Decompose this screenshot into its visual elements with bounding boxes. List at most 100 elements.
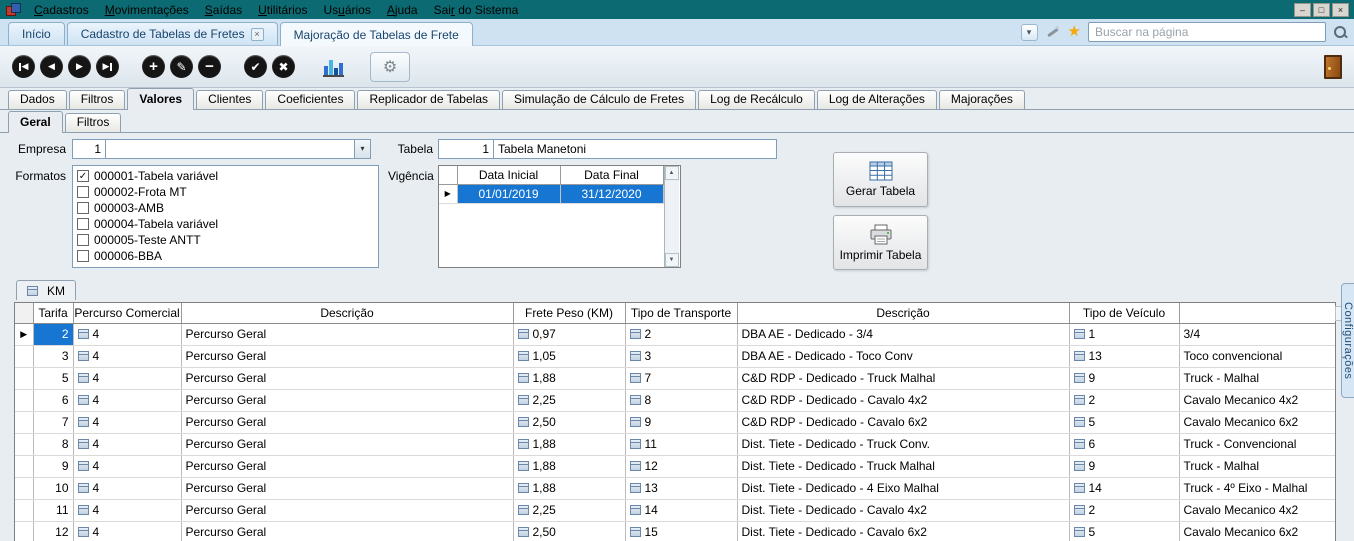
tab-km[interactable]: KM bbox=[16, 280, 76, 300]
checkbox-icon[interactable] bbox=[77, 186, 89, 198]
tab-coeficientes[interactable]: Coeficientes bbox=[265, 90, 355, 109]
menu-item-movimentacoes[interactable]: Movimentações bbox=[97, 1, 197, 19]
nav-first-button[interactable]: ◀ bbox=[12, 55, 35, 78]
cell-tarifa[interactable]: 8 bbox=[33, 433, 73, 455]
delete-button[interactable]: − bbox=[198, 55, 221, 78]
cell-frete[interactable]: 2,25 bbox=[513, 499, 625, 521]
cell-percurso[interactable]: 4 bbox=[73, 389, 181, 411]
cell-descricao2[interactable]: Dist. Tiete - Dedicado - Cavalo 4x2 bbox=[737, 499, 1069, 521]
cell-tipo_transporte[interactable]: 14 bbox=[625, 499, 737, 521]
cell-descricao2[interactable]: Dist. Tiete - Dedicado - Truck Malhal bbox=[737, 455, 1069, 477]
cell-percurso[interactable]: 4 bbox=[73, 323, 181, 345]
chevron-down-icon[interactable]: ▾ bbox=[354, 140, 370, 158]
vigencia-row[interactable]: ▶01/01/201931/12/2020 bbox=[439, 184, 663, 203]
cell-tipo_veiculo[interactable]: 5 bbox=[1069, 411, 1179, 433]
grid-col-header-tipo-de-transporte[interactable]: Tipo de Transporte bbox=[625, 303, 737, 323]
cell-descricao[interactable]: Percurso Geral bbox=[181, 521, 513, 541]
minimize-button[interactable]: – bbox=[1294, 3, 1311, 17]
vigencia-grid[interactable]: Data Inicial Data Final ▶01/01/201931/12… bbox=[438, 165, 681, 268]
cell-veiculo[interactable]: 3/4 bbox=[1179, 323, 1335, 345]
cell-tipo_transporte[interactable]: 15 bbox=[625, 521, 737, 541]
grid-col-header-tipo-de-veiculo[interactable]: Tipo de Veículo bbox=[1069, 303, 1179, 323]
cell-tarifa[interactable]: 3 bbox=[33, 345, 73, 367]
cell-descricao[interactable]: Percurso Geral bbox=[181, 477, 513, 499]
vigencia-col-data-final[interactable]: Data Final bbox=[560, 166, 663, 184]
tab-log-de-recalculo[interactable]: Log de Recálculo bbox=[698, 90, 815, 109]
row-selector[interactable] bbox=[15, 389, 33, 411]
tab-clientes[interactable]: Clientes bbox=[196, 90, 263, 109]
cell-veiculo[interactable]: Truck - 4º Eixo - Malhal bbox=[1179, 477, 1335, 499]
menu-item-saidas[interactable]: Saídas bbox=[197, 1, 250, 19]
nav-prev-button[interactable]: ◀ bbox=[40, 55, 63, 78]
cell-frete[interactable]: 1,05 bbox=[513, 345, 625, 367]
cell-tipo_transporte[interactable]: 3 bbox=[625, 345, 737, 367]
format-option[interactable]: 000005-Teste ANTT bbox=[73, 232, 378, 248]
cell-descricao[interactable]: Percurso Geral bbox=[181, 455, 513, 477]
grid-col-header-blank[interactable] bbox=[1179, 303, 1335, 323]
vigencia-scrollbar[interactable]: ▲ ▼ bbox=[664, 166, 679, 267]
tab-valores[interactable]: Valores bbox=[127, 88, 194, 110]
cell-frete[interactable]: 2,50 bbox=[513, 411, 625, 433]
cell-percurso[interactable]: 4 bbox=[73, 499, 181, 521]
tab-cadastro-de-tabelas-de-fretes[interactable]: Cadastro de Tabelas de Fretes× bbox=[67, 22, 278, 45]
cell-frete[interactable]: 1,88 bbox=[513, 433, 625, 455]
cell-tipo_veiculo[interactable]: 13 bbox=[1069, 345, 1179, 367]
tab-majoracao-de-tabelas-de-frete[interactable]: Majoração de Tabelas de Frete bbox=[280, 22, 473, 46]
tab-filtros[interactable]: Filtros bbox=[65, 113, 122, 132]
cell-tipo_veiculo[interactable]: 5 bbox=[1069, 521, 1179, 541]
close-button[interactable]: × bbox=[1332, 3, 1349, 17]
cell-tipo_veiculo[interactable]: 6 bbox=[1069, 433, 1179, 455]
checkbox-icon[interactable] bbox=[77, 250, 89, 262]
format-option[interactable]: 000002-Frota MT bbox=[73, 184, 378, 200]
cell-tarifa[interactable]: 7 bbox=[33, 411, 73, 433]
checkbox-icon[interactable] bbox=[77, 234, 89, 246]
cell-descricao2[interactable]: C&D RDP - Dedicado - Truck Malhal bbox=[737, 367, 1069, 389]
format-option[interactable]: ✓000001-Tabela variável bbox=[73, 168, 378, 184]
table-row[interactable]: 64Percurso Geral2,258C&D RDP - Dedicado … bbox=[15, 389, 1335, 411]
menu-item-ajuda[interactable]: Ajuda bbox=[379, 1, 426, 19]
cell-frete[interactable]: 2,50 bbox=[513, 521, 625, 541]
cell-veiculo[interactable]: Truck - Malhal bbox=[1179, 367, 1335, 389]
clear-highlight-icon[interactable] bbox=[1045, 24, 1061, 40]
cell-tarifa[interactable]: 9 bbox=[33, 455, 73, 477]
cell-descricao[interactable]: Percurso Geral bbox=[181, 433, 513, 455]
cell-frete[interactable]: 1,88 bbox=[513, 367, 625, 389]
grid-col-header-percurso-comercial[interactable]: Percurso Comercial bbox=[73, 303, 181, 323]
row-selector[interactable] bbox=[15, 367, 33, 389]
empresa-code-field[interactable] bbox=[72, 139, 106, 159]
table-row[interactable]: 54Percurso Geral1,887C&D RDP - Dedicado … bbox=[15, 367, 1335, 389]
cell-descricao2[interactable]: Dist. Tiete - Dedicado - Cavalo 6x2 bbox=[737, 521, 1069, 541]
cell-tipo_transporte[interactable]: 8 bbox=[625, 389, 737, 411]
cell-descricao2[interactable]: Dist. Tiete - Dedicado - Truck Conv. bbox=[737, 433, 1069, 455]
settings-button[interactable]: ⚙ bbox=[370, 52, 410, 82]
cancel-button[interactable]: ✖ bbox=[272, 55, 295, 78]
cell-frete[interactable]: 0,97 bbox=[513, 323, 625, 345]
grid-col-header-frete-peso-km[interactable]: Frete Peso (KM) bbox=[513, 303, 625, 323]
gerar-tabela-button[interactable]: Gerar Tabela bbox=[833, 152, 928, 207]
tab-close-icon[interactable]: × bbox=[251, 28, 264, 41]
tab-inicio[interactable]: Início bbox=[8, 22, 65, 45]
cell-percurso[interactable]: 4 bbox=[73, 521, 181, 541]
row-selector[interactable]: ▶ bbox=[15, 323, 33, 345]
cell-tipo_veiculo[interactable]: 14 bbox=[1069, 477, 1179, 499]
cell-tipo_transporte[interactable]: 11 bbox=[625, 433, 737, 455]
cell-descricao2[interactable]: DBA AE - Dedicado - Toco Conv bbox=[737, 345, 1069, 367]
tab-filtros[interactable]: Filtros bbox=[69, 90, 126, 109]
row-selector[interactable] bbox=[15, 499, 33, 521]
cell-tarifa[interactable]: 10 bbox=[33, 477, 73, 499]
cell-tarifa[interactable]: 6 bbox=[33, 389, 73, 411]
cell-tarifa[interactable]: 2 bbox=[33, 323, 73, 345]
table-row[interactable]: 74Percurso Geral2,509C&D RDP - Dedicado … bbox=[15, 411, 1335, 433]
cell-tipo_transporte[interactable]: 7 bbox=[625, 367, 737, 389]
cell-descricao2[interactable]: DBA AE - Dedicado - 3/4 bbox=[737, 323, 1069, 345]
row-selector[interactable] bbox=[15, 455, 33, 477]
cell-veiculo[interactable]: Truck - Convencional bbox=[1179, 433, 1335, 455]
cell-tipo_transporte[interactable]: 13 bbox=[625, 477, 737, 499]
cell-descricao2[interactable]: C&D RDP - Dedicado - Cavalo 4x2 bbox=[737, 389, 1069, 411]
cell-tarifa[interactable]: 12 bbox=[33, 521, 73, 541]
scroll-up-icon[interactable]: ▲ bbox=[665, 166, 679, 180]
vigencia-data-final-cell[interactable]: 31/12/2020 bbox=[560, 184, 663, 203]
cell-veiculo[interactable]: Toco convencional bbox=[1179, 345, 1335, 367]
search-icon[interactable] bbox=[1333, 25, 1348, 40]
cell-tipo_veiculo[interactable]: 2 bbox=[1069, 389, 1179, 411]
